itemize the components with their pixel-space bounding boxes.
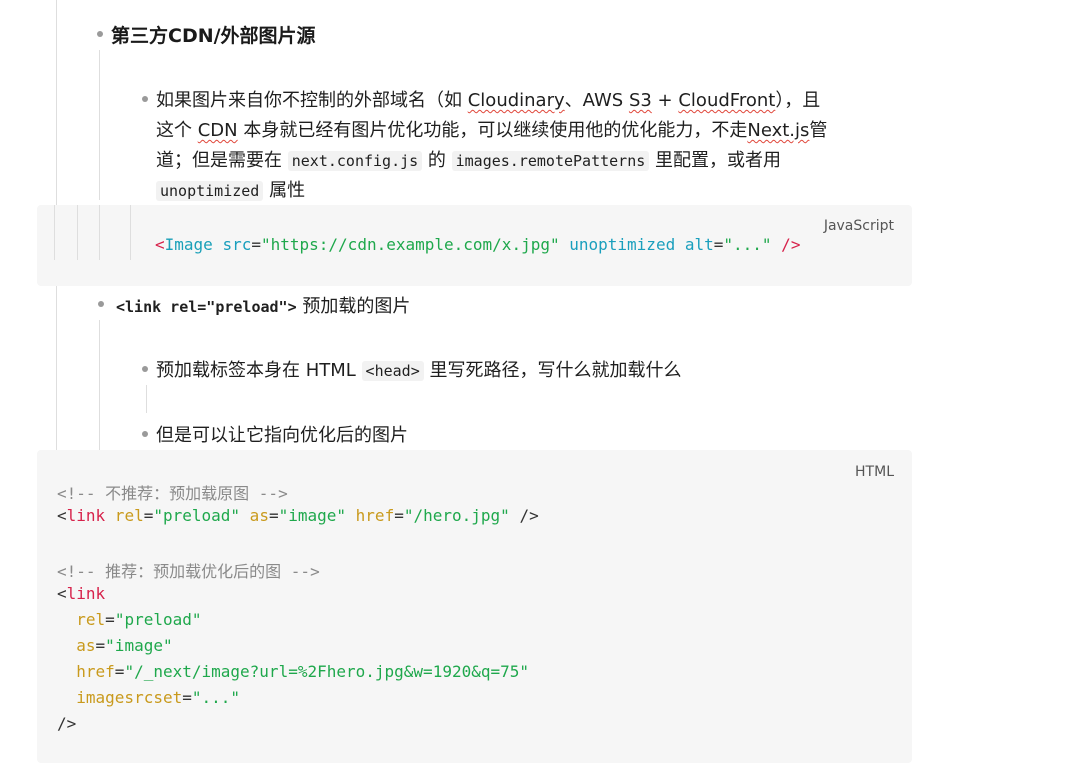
- cdn-paragraph-line-3: 道；但是需要在 next.config.js 的 images.remotePa…: [156, 146, 781, 172]
- code-token: Image: [164, 235, 213, 254]
- code-token: />: [509, 506, 539, 525]
- code-token: =: [394, 506, 404, 525]
- code-token: "https://cdn.example.com/x.jpg": [260, 235, 560, 254]
- code-token: "/_next/image?url=%2Fhero.jpg&w=1920&q=7…: [124, 662, 530, 681]
- code-token: imagesrcset: [57, 688, 183, 707]
- inline-code: <head>: [361, 361, 424, 381]
- code-token: "preload": [153, 506, 241, 525]
- inline-code: <link rel="preload">: [116, 298, 297, 316]
- text: ），且: [775, 90, 821, 111]
- text: 里写死路径，写什么就加载什么: [423, 360, 682, 381]
- code-token: =: [143, 506, 154, 525]
- code-token: as: [57, 636, 96, 655]
- indent-guide: [77, 205, 78, 260]
- text: 预加载标签本身在 HTML: [156, 360, 362, 381]
- code-token: "...": [191, 688, 241, 707]
- indent-guide: [99, 320, 100, 450]
- text: 这个: [156, 120, 198, 141]
- list-item: 预加载标签本身在 HTML <head> 里写死路径，写什么就加载什么: [156, 356, 681, 382]
- bullet: [97, 31, 103, 37]
- code-token: as: [240, 506, 269, 525]
- code-line: imagesrcset="...": [57, 688, 240, 707]
- code-token: href: [57, 662, 115, 681]
- inline-code: next.config.js: [287, 151, 423, 171]
- code-token: link: [66, 584, 106, 603]
- code-line: />: [57, 714, 77, 733]
- bullet: [98, 301, 104, 307]
- code-line: as="image": [57, 636, 173, 655]
- cdn-paragraph-line-2: 这个 CDN 本身就已经有图片优化功能，可以继续使用他的优化能力，不走Next.…: [156, 116, 827, 142]
- code-token: href: [346, 506, 395, 525]
- code-comment: <!-- 不推荐：预加载原图 -->: [57, 484, 288, 503]
- text: 属性: [263, 180, 306, 201]
- inline-code: unoptimized: [156, 181, 264, 201]
- code-token: <: [57, 506, 67, 525]
- code-token: "preload": [114, 610, 202, 629]
- cdn-paragraph-line-1: 如果图片来自你不控制的外部域名（如 Cloudinary、AWS S3 + Cl…: [156, 86, 820, 112]
- text: 、AWS: [564, 90, 629, 111]
- indent-guide: [146, 385, 147, 413]
- indent-guide: [130, 205, 131, 260]
- code-token: =: [268, 506, 279, 525]
- indent-guide: [99, 205, 100, 260]
- code-token: =: [105, 610, 115, 629]
- spellcheck-word[interactable]: CDN: [198, 120, 238, 141]
- code-line: <link rel="preload" as="image" href="/he…: [57, 506, 539, 525]
- code-token: />: [771, 235, 801, 254]
- bullet: [142, 431, 148, 437]
- section-heading-cdn: 第三方CDN/外部图片源: [111, 25, 316, 47]
- text: 管: [809, 120, 828, 141]
- text: 道；但是需要在: [156, 150, 288, 171]
- code-token: "/hero.jpg": [403, 506, 510, 525]
- code-token: src: [212, 235, 252, 254]
- section-heading-link-preload: <link rel="preload"> 预加载的图片: [116, 292, 410, 318]
- text: 如果图片来自你不控制的外部域名（如: [156, 90, 468, 111]
- text: 的: [422, 150, 452, 171]
- code-line: <link: [57, 584, 105, 603]
- code-token: "...": [723, 235, 772, 254]
- text: 本身就已经有图片优化功能，可以继续使用他的优化能力，不走: [237, 120, 748, 141]
- code-line: <Image src="https://cdn.example.com/x.jp…: [155, 235, 800, 254]
- code-token: alt: [675, 235, 714, 254]
- text: 里配置，或者用: [649, 150, 782, 171]
- code-token: =: [182, 688, 192, 707]
- spellcheck-word[interactable]: Next.js: [747, 120, 809, 141]
- code-block-javascript[interactable]: JavaScript <Image src="https://cdn.examp…: [37, 205, 912, 286]
- code-token: =: [114, 662, 125, 681]
- code-token: unoptimized: [559, 235, 676, 254]
- code-line: href="/_next/image?url=%2Fhero.jpg&w=192…: [57, 662, 529, 681]
- cdn-paragraph-line-4: unoptimized 属性: [156, 176, 305, 202]
- code-token: "image": [105, 636, 173, 655]
- code-line: rel="preload": [57, 610, 202, 629]
- code-token: <: [155, 235, 165, 254]
- code-token: rel: [105, 506, 144, 525]
- code-token: =: [251, 235, 261, 254]
- code-token: =: [95, 636, 106, 655]
- code-language-label: HTML: [855, 464, 894, 480]
- bullet: [142, 366, 148, 372]
- code-token: "image": [278, 506, 347, 525]
- list-item: 但是可以让它指向优化后的图片: [156, 425, 408, 446]
- indent-guide: [99, 50, 100, 200]
- inline-code: images.remotePatterns: [451, 151, 650, 171]
- spellcheck-word[interactable]: Cloudinary: [468, 90, 565, 111]
- spellcheck-word[interactable]: S3: [629, 90, 652, 111]
- code-token: =: [713, 235, 724, 254]
- code-language-label: JavaScript: [823, 218, 894, 234]
- code-token: rel: [57, 610, 106, 629]
- indent-guide: [54, 205, 55, 260]
- spellcheck-word[interactable]: CloudFront: [678, 90, 775, 111]
- code-token: link: [66, 506, 106, 525]
- text: 预加载的图片: [296, 296, 411, 317]
- code-comment: <!-- 推荐：预加载优化后的图 -->: [57, 562, 320, 581]
- code-block-html[interactable]: HTML <!-- 不推荐：预加载原图 --> <link rel="prelo…: [37, 450, 912, 763]
- code-token: <: [57, 584, 67, 603]
- bullet: [142, 96, 148, 102]
- text: +: [651, 90, 679, 111]
